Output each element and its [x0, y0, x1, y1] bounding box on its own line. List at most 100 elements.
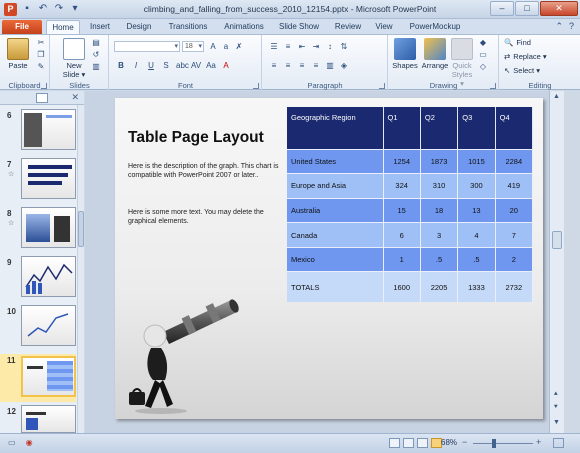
table-cell[interactable]: 4	[457, 222, 496, 248]
paragraph-launcher[interactable]	[379, 83, 385, 89]
justify-icon[interactable]: ≡	[311, 61, 321, 71]
char-spacing-icon[interactable]: AV	[191, 61, 201, 71]
font-color-icon[interactable]: A	[221, 61, 231, 71]
decrease-indent-icon[interactable]: ⇤	[297, 42, 307, 52]
zoom-level[interactable]: 68%	[441, 438, 457, 447]
editor-scrollbar[interactable]: ▲ ⯅ ⯆ ▼	[549, 91, 564, 433]
close-panel-icon[interactable]: ✕	[71, 92, 79, 103]
table-cell[interactable]: 20	[495, 197, 534, 223]
tab-home[interactable]: Home	[46, 20, 80, 34]
shape-effects-icon[interactable]: ◇	[478, 62, 488, 72]
slides-tab-icon[interactable]	[36, 93, 48, 103]
increase-indent-icon[interactable]: ⇥	[311, 42, 321, 52]
tab-view[interactable]: View	[370, 20, 398, 34]
thumbnail-row[interactable]: 10	[0, 305, 76, 353]
close-button[interactable]: ✕	[540, 1, 578, 16]
table-cell[interactable]: Canada	[287, 222, 384, 248]
table-cell[interactable]: Australia	[287, 197, 384, 223]
thumbnail-row-selected[interactable]: 11	[0, 354, 76, 402]
section-icon[interactable]: ▥	[91, 62, 101, 72]
table-header-cell[interactable]: Q2	[420, 107, 459, 149]
tab-file[interactable]: File	[2, 20, 42, 34]
table-cell[interactable]: 419	[495, 173, 534, 199]
table-cell[interactable]: TOTALS	[287, 271, 384, 302]
table-cell[interactable]: 18	[420, 197, 459, 223]
replace-button[interactable]: ⇄ Replace ▾	[504, 52, 547, 61]
tab-powermockup[interactable]: PowerMockup	[404, 20, 466, 34]
table-cell[interactable]: Mexico	[287, 246, 384, 272]
slide-thumbnail[interactable]	[21, 158, 76, 199]
help-icon[interactable]: ?	[569, 21, 574, 32]
table-cell[interactable]: 1600	[383, 271, 421, 302]
thumbnail-row[interactable]: 9	[0, 256, 76, 304]
zoom-slider[interactable]	[473, 443, 533, 444]
slide-canvas[interactable]: Table Page Layout Here is the descriptio…	[115, 98, 543, 419]
slide-thumbnail[interactable]	[21, 305, 76, 346]
table-row[interactable]: Canada 6 3 4 7	[287, 222, 534, 248]
minimize-ribbon-icon[interactable]: ⌃	[555, 21, 563, 32]
slide-thumbnail[interactable]	[21, 207, 76, 248]
smartart-icon[interactable]: ◈	[339, 61, 349, 71]
paste-button[interactable]: Paste	[4, 38, 32, 70]
cut-icon[interactable]: ✂	[36, 38, 46, 48]
font-launcher[interactable]	[253, 83, 259, 89]
table-cell[interactable]: 1015	[457, 148, 496, 174]
table-row[interactable]: Europe and Asia 324 310 300 419	[287, 173, 534, 199]
reading-view-button[interactable]	[417, 438, 428, 448]
zoom-in-button[interactable]: +	[536, 437, 541, 447]
slide-description[interactable]: Here is the description of the graph. Th…	[128, 162, 288, 180]
normal-view-button[interactable]	[389, 438, 400, 448]
prev-slide-icon[interactable]: ⯅	[553, 391, 559, 399]
zoom-out-button[interactable]: −	[462, 437, 467, 447]
table-cell[interactable]: .5	[457, 246, 496, 272]
format-painter-icon[interactable]: ✎	[36, 62, 46, 72]
zoom-slider-thumb[interactable]	[492, 439, 496, 448]
minimize-button[interactable]: –	[490, 1, 514, 16]
table-cell[interactable]: 324	[383, 173, 421, 199]
shadow-icon[interactable]: S	[161, 61, 171, 71]
grow-font-icon[interactable]: A	[208, 42, 218, 52]
table-row-totals[interactable]: TOTALS 1600 2205 1333 2732	[287, 271, 534, 302]
table-cell[interactable]: .5	[420, 246, 459, 272]
table-cell[interactable]: 7	[495, 222, 534, 248]
tab-review[interactable]: Review	[330, 20, 366, 34]
telescope-figure-image[interactable]	[125, 288, 255, 418]
table-cell[interactable]: 1873	[420, 148, 459, 174]
scroll-down-icon[interactable]: ▼	[553, 419, 560, 426]
align-right-icon[interactable]: ≡	[297, 61, 307, 71]
text-direction-icon[interactable]: ⇅	[339, 42, 349, 52]
table-cell[interactable]: 2732	[495, 271, 534, 302]
thumbnail-row[interactable]: 7 ☆	[0, 158, 76, 206]
font-size-combo[interactable]: 18	[182, 41, 204, 52]
table-cell[interactable]: 1333	[457, 271, 496, 302]
slide-thumbnail[interactable]	[21, 109, 76, 150]
new-slide-button[interactable]: New Slide ▾	[59, 38, 89, 79]
strikethrough-icon[interactable]: abc	[176, 61, 189, 71]
scroll-up-icon[interactable]: ▲	[553, 93, 560, 100]
table-cell[interactable]: United States	[287, 148, 384, 174]
numbering-icon[interactable]: ≡	[283, 42, 293, 52]
panel-scroll-thumb[interactable]	[78, 211, 84, 247]
table-cell[interactable]: 6	[383, 222, 421, 248]
clear-formatting-icon[interactable]: ✗	[234, 42, 244, 52]
slide-thumbnail[interactable]	[21, 256, 76, 297]
table-cell[interactable]: 1254	[383, 148, 421, 174]
font-family-combo[interactable]	[114, 41, 180, 52]
data-table[interactable]: Geographic Region Q1 Q2 Q3 Q4 United Sta…	[287, 107, 534, 302]
thumbnail-row[interactable]: 6	[0, 109, 76, 157]
slide-sorter-view-button[interactable]	[403, 438, 414, 448]
find-button[interactable]: 🔍 Find	[504, 38, 531, 47]
tab-design[interactable]: Design	[122, 20, 156, 34]
slide-indicator-icon[interactable]: ▭	[8, 438, 16, 447]
table-cell[interactable]: 2205	[420, 271, 459, 302]
table-cell[interactable]: 2	[495, 246, 534, 272]
change-case-icon[interactable]: Aa	[206, 61, 216, 71]
reset-icon[interactable]: ↺	[91, 50, 101, 60]
spellcheck-icon[interactable]: ◉	[26, 438, 33, 447]
slide-thumbnail[interactable]	[21, 405, 76, 433]
table-cell[interactable]: 1	[383, 246, 421, 272]
drawing-launcher[interactable]	[490, 83, 496, 89]
slide-thumbnail-selected[interactable]	[21, 356, 76, 397]
slide-title[interactable]: Table Page Layout	[128, 129, 264, 147]
slide-more-text[interactable]: Here is some more text. You may delete t…	[128, 208, 288, 226]
